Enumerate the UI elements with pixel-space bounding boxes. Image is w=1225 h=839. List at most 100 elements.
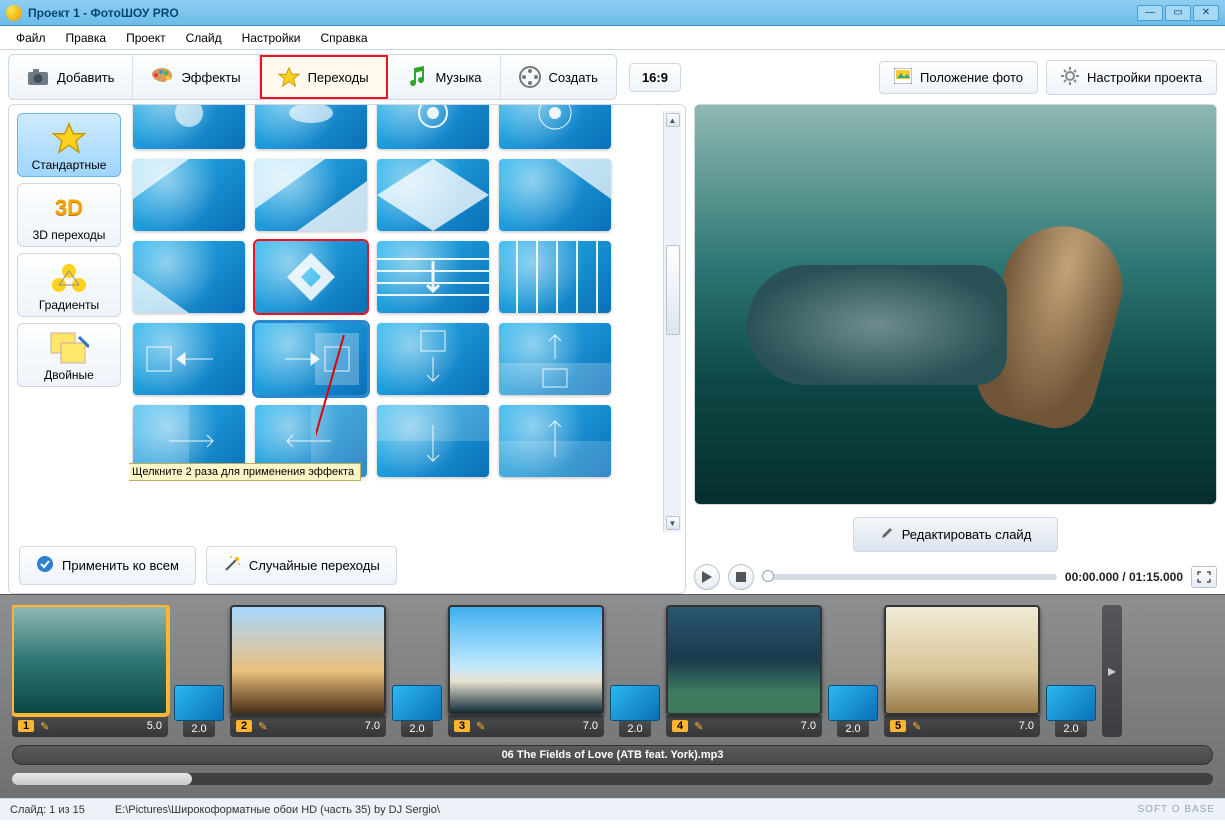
- seek-knob[interactable]: [762, 570, 774, 582]
- aspect-ratio[interactable]: 16:9: [629, 63, 681, 92]
- pencil-icon[interactable]: ✎: [258, 720, 267, 733]
- transition-thumb[interactable]: [377, 323, 489, 395]
- transition-thumb-selected[interactable]: [255, 241, 367, 313]
- project-settings-button[interactable]: Настройки проекта: [1046, 60, 1217, 95]
- tab-effects[interactable]: Эффекты: [133, 55, 259, 99]
- scrollbar[interactable]: ▲ ▼: [663, 111, 681, 532]
- star-icon: [47, 120, 91, 156]
- slide-duration: 7.0: [583, 720, 598, 732]
- maximize-button[interactable]: ▭: [1165, 5, 1191, 21]
- pencil-icon[interactable]: ✎: [476, 720, 485, 733]
- statusbar: Слайд: 1 из 15 E:\Pictures\Широкоформатн…: [0, 798, 1225, 820]
- tab-create[interactable]: Создать: [501, 55, 616, 99]
- timeline-slide[interactable]: 2✎7.0: [230, 605, 386, 737]
- preview-panel: Редактировать слайд 00:00.000 / 01:15.00…: [694, 104, 1217, 594]
- transition-thumb[interactable]: [377, 405, 489, 477]
- check-icon: [36, 555, 54, 576]
- slide-thumb[interactable]: [230, 605, 386, 715]
- gear-icon: [1061, 67, 1079, 88]
- transition-thumb[interactable]: [133, 241, 245, 313]
- transition-thumb[interactable]: [133, 159, 245, 231]
- slide-thumb[interactable]: [448, 605, 604, 715]
- category-double[interactable]: Двойные: [17, 323, 121, 387]
- close-button[interactable]: ✕: [1193, 5, 1219, 21]
- category-gradients[interactable]: Градиенты: [17, 253, 121, 317]
- transition-thumb[interactable]: [377, 159, 489, 231]
- stop-button[interactable]: [728, 564, 754, 590]
- category-standard[interactable]: Стандартные: [17, 113, 121, 177]
- transition-thumb[interactable]: [499, 405, 611, 477]
- timeline-slide[interactable]: 3✎7.0: [448, 605, 604, 737]
- menu-project[interactable]: Проект: [116, 28, 176, 48]
- status-slide-count: Слайд: 1 из 15: [10, 804, 85, 816]
- pencil-icon[interactable]: ✎: [694, 720, 703, 733]
- scroll-thumb[interactable]: [666, 245, 680, 335]
- transition-thumb[interactable]: [133, 323, 245, 395]
- transition-duration: 2.0: [183, 721, 214, 737]
- timeline-transition[interactable]: [610, 685, 660, 721]
- menu-edit[interactable]: Правка: [56, 28, 117, 48]
- timeline-slide[interactable]: 1✎5.0: [12, 605, 168, 737]
- transition-thumb[interactable]: [377, 105, 489, 149]
- timeline-scrollbar[interactable]: [12, 773, 1213, 785]
- transition-thumb[interactable]: [255, 105, 367, 149]
- transition-thumb[interactable]: [133, 105, 245, 149]
- play-button[interactable]: [694, 564, 720, 590]
- category-column: Стандартные 3D 3D переходы Градиенты Дво…: [9, 105, 129, 538]
- pencil-icon[interactable]: ✎: [40, 720, 49, 733]
- audio-track[interactable]: 06 The Fields of Love (ATB feat. York).m…: [12, 745, 1213, 765]
- timeline-slide[interactable]: 4✎7.0: [666, 605, 822, 737]
- transition-thumb[interactable]: [499, 323, 611, 395]
- tab-music[interactable]: Музыка: [388, 55, 501, 99]
- star-icon: [278, 66, 300, 88]
- timeline-transition[interactable]: [1046, 685, 1096, 721]
- timeline-transition[interactable]: [828, 685, 878, 721]
- fullscreen-button[interactable]: [1191, 566, 1217, 588]
- preview-viewport: [694, 104, 1217, 505]
- menu-slide[interactable]: Слайд: [176, 28, 232, 48]
- pencil-icon[interactable]: ✎: [912, 720, 921, 733]
- project-settings-label: Настройки проекта: [1087, 70, 1202, 85]
- timeline-scroll-right[interactable]: ▸: [1102, 605, 1122, 737]
- menu-file[interactable]: Файл: [6, 28, 56, 48]
- minimize-button[interactable]: —: [1137, 5, 1163, 21]
- transition-thumb[interactable]: [499, 241, 611, 313]
- slide-thumb[interactable]: [884, 605, 1040, 715]
- scroll-up-icon[interactable]: ▲: [666, 113, 680, 127]
- photo-position-button[interactable]: Положение фото: [879, 61, 1038, 94]
- tab-create-label: Создать: [549, 70, 598, 85]
- timeline-slide[interactable]: 5✎7.0: [884, 605, 1040, 737]
- slide-duration: 7.0: [365, 720, 380, 732]
- transition-thumb[interactable]: [377, 241, 489, 313]
- category-3d[interactable]: 3D 3D переходы: [17, 183, 121, 247]
- timeline-transition[interactable]: [174, 685, 224, 721]
- slide-thumb[interactable]: [666, 605, 822, 715]
- transition-thumb[interactable]: [499, 159, 611, 231]
- menu-settings[interactable]: Настройки: [232, 28, 311, 48]
- double-icon: [47, 330, 91, 366]
- apply-all-button[interactable]: Применить ко всем: [19, 546, 196, 585]
- tab-add[interactable]: Добавить: [9, 55, 133, 99]
- tab-transitions[interactable]: Переходы: [260, 55, 388, 99]
- status-path: E:\Pictures\Широкоформатные обои HD (час…: [115, 804, 440, 816]
- menu-help[interactable]: Справка: [310, 28, 377, 48]
- random-transitions-button[interactable]: Случайные переходы: [206, 546, 397, 585]
- seek-bar[interactable]: [762, 574, 1057, 580]
- transition-thumb[interactable]: [255, 159, 367, 231]
- slide-duration: 7.0: [1019, 720, 1034, 732]
- transition-duration: 2.0: [401, 721, 432, 737]
- transitions-panel: Стандартные 3D 3D переходы Градиенты Дво…: [8, 104, 686, 594]
- pencil-icon: [880, 526, 894, 543]
- slide-thumb[interactable]: [12, 605, 168, 715]
- transition-thumb[interactable]: [499, 105, 611, 149]
- timeline-scroll-thumb[interactable]: [12, 773, 192, 785]
- brand-watermark: SOFT O BASE: [1138, 804, 1216, 815]
- scroll-down-icon[interactable]: ▼: [666, 516, 680, 530]
- edit-slide-button[interactable]: Редактировать слайд: [853, 517, 1059, 552]
- transition-thumb[interactable]: [255, 323, 367, 395]
- tab-add-label: Добавить: [57, 70, 114, 85]
- category-3d-label: 3D переходы: [33, 228, 106, 242]
- timeline-transition[interactable]: [392, 685, 442, 721]
- random-label: Случайные переходы: [249, 558, 380, 573]
- transition-duration: 2.0: [837, 721, 868, 737]
